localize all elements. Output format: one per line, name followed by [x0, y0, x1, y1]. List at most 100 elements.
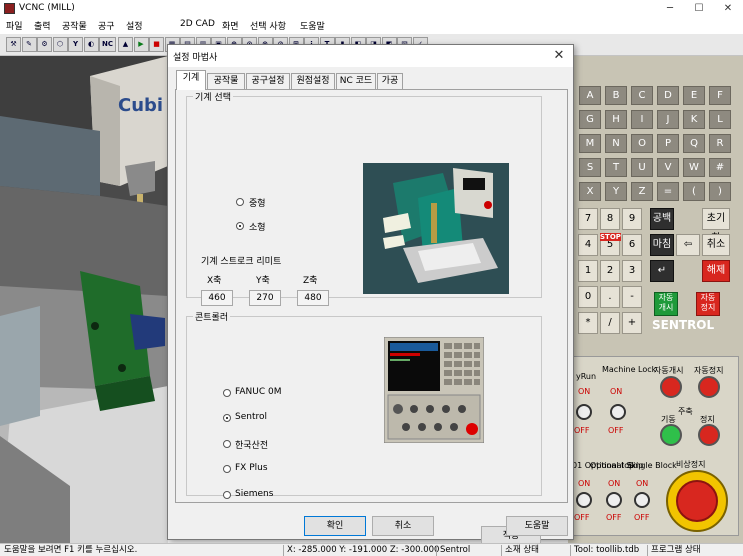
key-num-2-0[interactable]: 1 — [578, 260, 598, 282]
key-y[interactable]: Y — [605, 182, 627, 201]
key-h[interactable]: H — [605, 110, 627, 129]
key-t[interactable]: T — [605, 158, 627, 177]
radio-fxplus[interactable] — [223, 465, 231, 473]
tab-machine[interactable]: 기계 — [176, 70, 206, 90]
key-num-2-2[interactable]: 3 — [622, 260, 642, 282]
key-u[interactable]: U — [631, 158, 653, 177]
menu-file[interactable]: 파일 — [6, 19, 23, 32]
key-num-0-1[interactable]: 8 — [600, 208, 620, 230]
key-o[interactable]: O — [631, 134, 653, 153]
key-z[interactable]: Z — [631, 182, 653, 201]
key-a[interactable]: A — [579, 86, 601, 105]
auto-start-lamp[interactable] — [660, 376, 682, 398]
mountain-icon[interactable]: ▲ — [118, 37, 133, 52]
key-backspace[interactable]: ⇦ — [676, 234, 700, 256]
stop-icon[interactable]: ■ — [149, 37, 164, 52]
key-enter[interactable]: ↵ — [650, 260, 674, 282]
key-j[interactable]: J — [657, 110, 679, 129]
radio-medium[interactable] — [236, 198, 244, 206]
key-v[interactable]: V — [657, 158, 679, 177]
radio-small[interactable] — [236, 222, 244, 230]
key-w[interactable]: W — [683, 158, 705, 177]
key-i[interactable]: I — [631, 110, 653, 129]
key-num-4-0[interactable]: * — [578, 312, 598, 334]
key-n[interactable]: N — [605, 134, 627, 153]
dry-run-switch[interactable] — [576, 404, 592, 420]
key-g[interactable]: G — [579, 110, 601, 129]
key-k[interactable]: K — [683, 110, 705, 129]
gear-icon[interactable]: ⚙ — [37, 37, 52, 52]
key-d[interactable]: D — [657, 86, 679, 105]
key-delete[interactable]: 마침 — [650, 234, 674, 256]
key-equals[interactable]: = — [657, 182, 679, 201]
key-q[interactable]: Q — [683, 134, 705, 153]
key-reset[interactable]: 초기화 — [702, 208, 730, 244]
tab-nc-code[interactable]: NC 코드 — [336, 73, 376, 89]
key-m[interactable]: M — [579, 134, 601, 153]
nc-icon[interactable]: NC — [99, 37, 116, 52]
key-s[interactable]: S — [579, 158, 601, 177]
key-num-0-0[interactable]: 7 — [578, 208, 598, 230]
key-space[interactable]: 공백 — [650, 208, 674, 230]
menu-output[interactable]: 출력 — [34, 19, 51, 32]
cancel-button[interactable]: 취소 — [372, 516, 434, 536]
key-cancel[interactable]: 취소 — [702, 234, 730, 256]
ok-button[interactable]: 확인 — [304, 516, 366, 536]
cube-icon[interactable]: ⬡ — [52, 37, 68, 52]
key-r[interactable]: R — [709, 134, 731, 153]
sphere-icon[interactable]: ◐ — [83, 37, 99, 52]
menu-help[interactable]: 도움말 — [300, 19, 325, 32]
spindle-stop-button[interactable] — [698, 424, 720, 446]
key-num-4-2[interactable]: + — [622, 312, 642, 334]
key-lparen[interactable]: ( — [683, 182, 705, 201]
radio-hankook[interactable] — [223, 440, 231, 448]
close-window-button[interactable]: ✕ — [713, 0, 743, 18]
edit-icon[interactable]: ✎ — [21, 37, 37, 52]
help-button[interactable]: 도움말 — [506, 516, 568, 536]
key-num-3-1[interactable]: . — [600, 286, 620, 308]
filter-icon[interactable]: Y — [68, 37, 83, 52]
radio-siemens[interactable] — [223, 491, 231, 499]
key-auto-start[interactable]: 자동 개시 — [654, 292, 678, 316]
menu-settings[interactable]: 설정 — [126, 19, 143, 32]
key-num-2-1[interactable]: 2 — [600, 260, 620, 282]
menu-workpiece[interactable]: 공작물 — [62, 19, 87, 32]
key-c[interactable]: C — [631, 86, 653, 105]
menu-options[interactable]: 선택 사항 — [250, 19, 286, 32]
menu-view[interactable]: 화면 — [222, 19, 239, 32]
tab-origin-setup[interactable]: 원점설정 — [291, 73, 335, 89]
optional-skip-switch[interactable] — [606, 492, 622, 508]
key-hash[interactable]: # — [709, 158, 731, 177]
key-l[interactable]: L — [709, 110, 731, 129]
key-auto-stop[interactable]: 자동 정지 — [696, 292, 720, 316]
machine-viewport[interactable]: Cubi — [0, 56, 168, 543]
dialog-close-button[interactable]: ✕ — [549, 46, 569, 66]
spindle-run-button[interactable] — [660, 424, 682, 446]
key-rparen[interactable]: ) — [709, 182, 731, 201]
tab-tool-setup[interactable]: 공구설정 — [246, 73, 290, 89]
key-num-3-2[interactable]: - — [622, 286, 642, 308]
menu-tool[interactable]: 공구 — [98, 19, 115, 32]
tool-icon[interactable]: ⚒ — [6, 37, 21, 52]
optional-stop-switch[interactable] — [576, 492, 592, 508]
maximize-button[interactable]: ☐ — [684, 0, 714, 18]
key-emergency-release[interactable]: 해제 — [702, 260, 730, 282]
menu-2dcad[interactable]: 2D CAD — [180, 19, 215, 29]
auto-stop-lamp[interactable] — [698, 376, 720, 398]
radio-sentrol[interactable] — [223, 414, 231, 422]
tab-workpiece[interactable]: 공작물 — [207, 73, 245, 89]
key-e[interactable]: E — [683, 86, 705, 105]
key-x[interactable]: X — [579, 182, 601, 201]
key-f[interactable]: F — [709, 86, 731, 105]
key-b[interactable]: B — [605, 86, 627, 105]
tab-machining[interactable]: 가공 — [377, 73, 403, 89]
key-num-4-1[interactable]: / — [600, 312, 620, 334]
emergency-stop-button[interactable] — [666, 470, 728, 532]
key-p[interactable]: P — [657, 134, 679, 153]
key-num-3-0[interactable]: 0 — [578, 286, 598, 308]
radio-fanuc[interactable] — [223, 389, 231, 397]
machine-lock-switch[interactable] — [610, 404, 626, 420]
minimize-button[interactable]: ─ — [655, 0, 685, 18]
key-num-1-2[interactable]: 6 — [622, 234, 642, 256]
play-icon[interactable]: ▶ — [133, 37, 149, 52]
